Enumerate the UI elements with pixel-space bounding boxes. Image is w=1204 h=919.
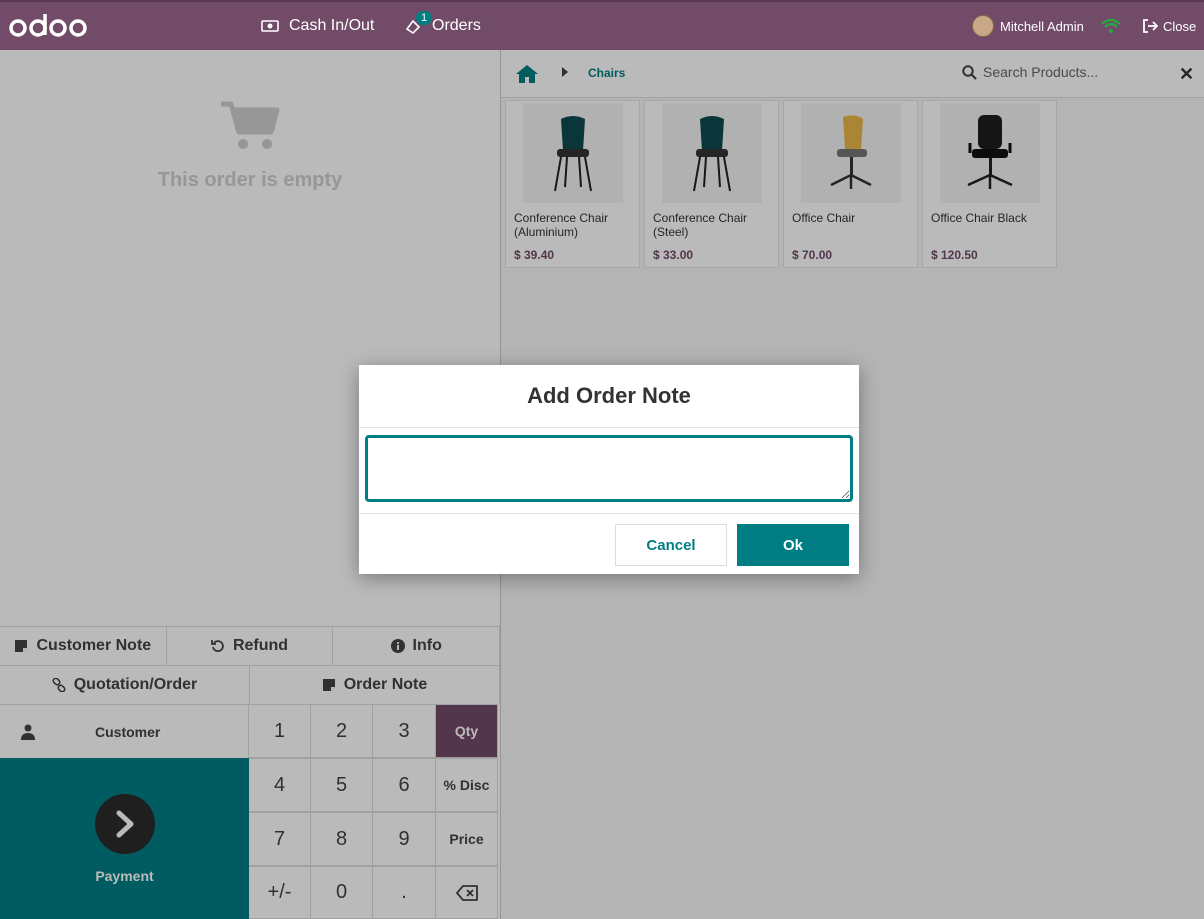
odoo-logo: [9, 14, 87, 37]
cash-in-out-label: Cash In/Out: [289, 17, 375, 34]
cash-in-out-button[interactable]: Cash In/Out: [261, 2, 374, 50]
sign-out-icon: [1143, 19, 1158, 33]
user-name: Mitchell Admin: [1000, 18, 1084, 34]
cancel-button[interactable]: Cancel: [615, 524, 727, 566]
close-label: Close: [1163, 18, 1197, 34]
orders-button[interactable]: 1 Orders: [404, 2, 481, 50]
order-note-textarea[interactable]: [365, 435, 853, 502]
top-header: Cash In/Out 1 Orders Mitchell Admin Clos…: [0, 0, 1204, 50]
dialog-title: Add Order Note: [359, 365, 859, 428]
ok-button[interactable]: Ok: [737, 524, 849, 566]
wifi-icon[interactable]: [1101, 2, 1121, 50]
orders-count-badge: 1: [416, 11, 433, 25]
dialog-footer: Cancel Ok: [359, 513, 859, 574]
avatar: [972, 15, 994, 37]
orders-label: Orders: [432, 17, 481, 34]
user-menu[interactable]: Mitchell Admin: [972, 2, 1084, 50]
money-icon: [261, 20, 279, 32]
add-order-note-dialog: Add Order Note Cancel Ok: [359, 365, 859, 574]
close-button[interactable]: Close: [1142, 2, 1196, 50]
